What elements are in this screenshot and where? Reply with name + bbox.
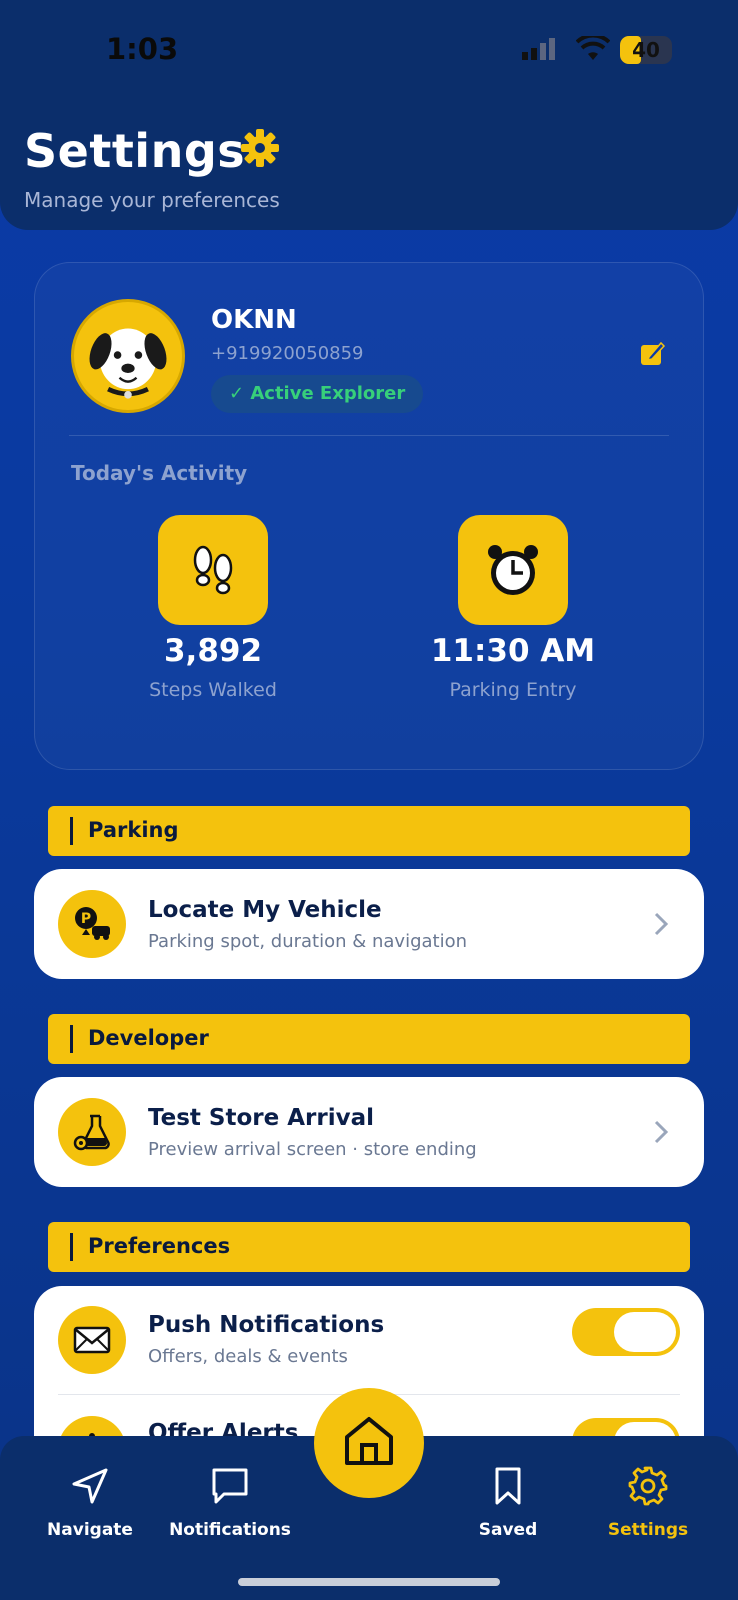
profile-divider	[69, 435, 669, 436]
nav-label: Settings	[607, 1520, 689, 1540]
nav-item-navigate[interactable]: Navigate	[20, 1466, 160, 1556]
chevron-right-icon	[654, 912, 669, 936]
section-title: Parking	[88, 818, 179, 842]
page-title: Settings	[24, 124, 246, 178]
status-bar: 1:03 40	[0, 0, 738, 100]
push-notifications-toggle[interactable]	[572, 1308, 680, 1356]
parking-icon-circle: P	[58, 890, 126, 958]
section-marker	[70, 1233, 73, 1261]
toggle-knob	[614, 1312, 676, 1352]
steps-value: 3,892	[163, 633, 263, 669]
section-title: Preferences	[88, 1234, 231, 1258]
page-subtitle: Manage your preferences	[24, 188, 280, 212]
section-title: Developer	[88, 1026, 209, 1050]
home-icon	[345, 1417, 393, 1465]
row-title: Push Notifications	[148, 1312, 385, 1338]
profile-phone: +919920050859	[211, 343, 364, 364]
nav-item-saved[interactable]: Saved	[438, 1466, 578, 1556]
gear-icon	[241, 129, 279, 167]
parking-entry-label: Parking Entry	[449, 679, 577, 701]
activity-title: Today's Activity	[71, 461, 248, 485]
gear-icon	[628, 1466, 668, 1506]
section-marker	[70, 817, 73, 845]
battery-indicator: 40	[620, 36, 672, 64]
section-header-parking: Parking	[48, 806, 690, 856]
section-header-preferences: Preferences	[48, 1222, 690, 1272]
footprints-icon	[193, 545, 233, 595]
wifi-icon	[576, 36, 610, 60]
nav-item-notifications[interactable]: Notifications	[160, 1466, 300, 1556]
parking-stat-icon-box	[458, 515, 568, 625]
row-title: Locate My Vehicle	[148, 897, 382, 923]
row-subtitle: Parking spot, duration & navigation	[148, 931, 468, 952]
chat-bubble-icon	[212, 1468, 248, 1504]
steps-stat-icon-box	[158, 515, 268, 625]
status-badge: ✓ Active Explorer	[211, 375, 424, 413]
cellular-signal-icon	[522, 38, 555, 60]
svg-text:P: P	[81, 911, 91, 927]
row-subtitle: Preview arrival screen · store ending	[148, 1139, 477, 1160]
edit-icon[interactable]	[639, 339, 667, 367]
steps-label: Steps Walked	[149, 679, 277, 701]
nav-label: Navigate	[47, 1520, 133, 1540]
dog-avatar-icon	[89, 328, 167, 399]
row-title: Test Store Arrival	[148, 1105, 375, 1131]
header: 1:03 40 Settings Manage your preferences	[0, 0, 738, 230]
developer-icon-circle	[58, 1098, 126, 1166]
nav-item-settings[interactable]: Settings	[578, 1466, 718, 1556]
flask-gear-icon	[73, 1114, 110, 1151]
locate-vehicle-row[interactable]: P Locate My Vehicle Parking spot, durati…	[34, 869, 704, 979]
push-icon-circle	[58, 1306, 126, 1374]
section-header-developer: Developer	[48, 1014, 690, 1064]
parking-entry-value: 11:30 AM	[430, 633, 596, 669]
nav-label: Notifications	[169, 1520, 291, 1540]
bookmark-icon	[495, 1467, 521, 1505]
home-button[interactable]	[314, 1388, 424, 1498]
section-marker	[70, 1025, 73, 1053]
alarm-clock-icon	[488, 545, 538, 595]
row-subtitle: Offers, deals & events	[148, 1346, 348, 1367]
avatar[interactable]	[71, 299, 185, 413]
profile-name: OKNN	[211, 305, 297, 335]
chevron-right-icon	[654, 1120, 669, 1144]
profile-card: OKNN +919920050859 ✓ Active Explorer Tod…	[34, 262, 704, 770]
envelope-icon	[73, 1326, 111, 1354]
status-time: 1:03	[106, 32, 179, 66]
battery-level-text: 40	[632, 38, 660, 62]
test-store-arrival-row[interactable]: Test Store Arrival Preview arrival scree…	[34, 1077, 704, 1187]
home-indicator[interactable]	[238, 1578, 500, 1586]
nav-label: Saved	[478, 1520, 538, 1540]
navigate-arrow-icon	[72, 1468, 108, 1504]
parking-car-icon: P	[75, 907, 110, 940]
